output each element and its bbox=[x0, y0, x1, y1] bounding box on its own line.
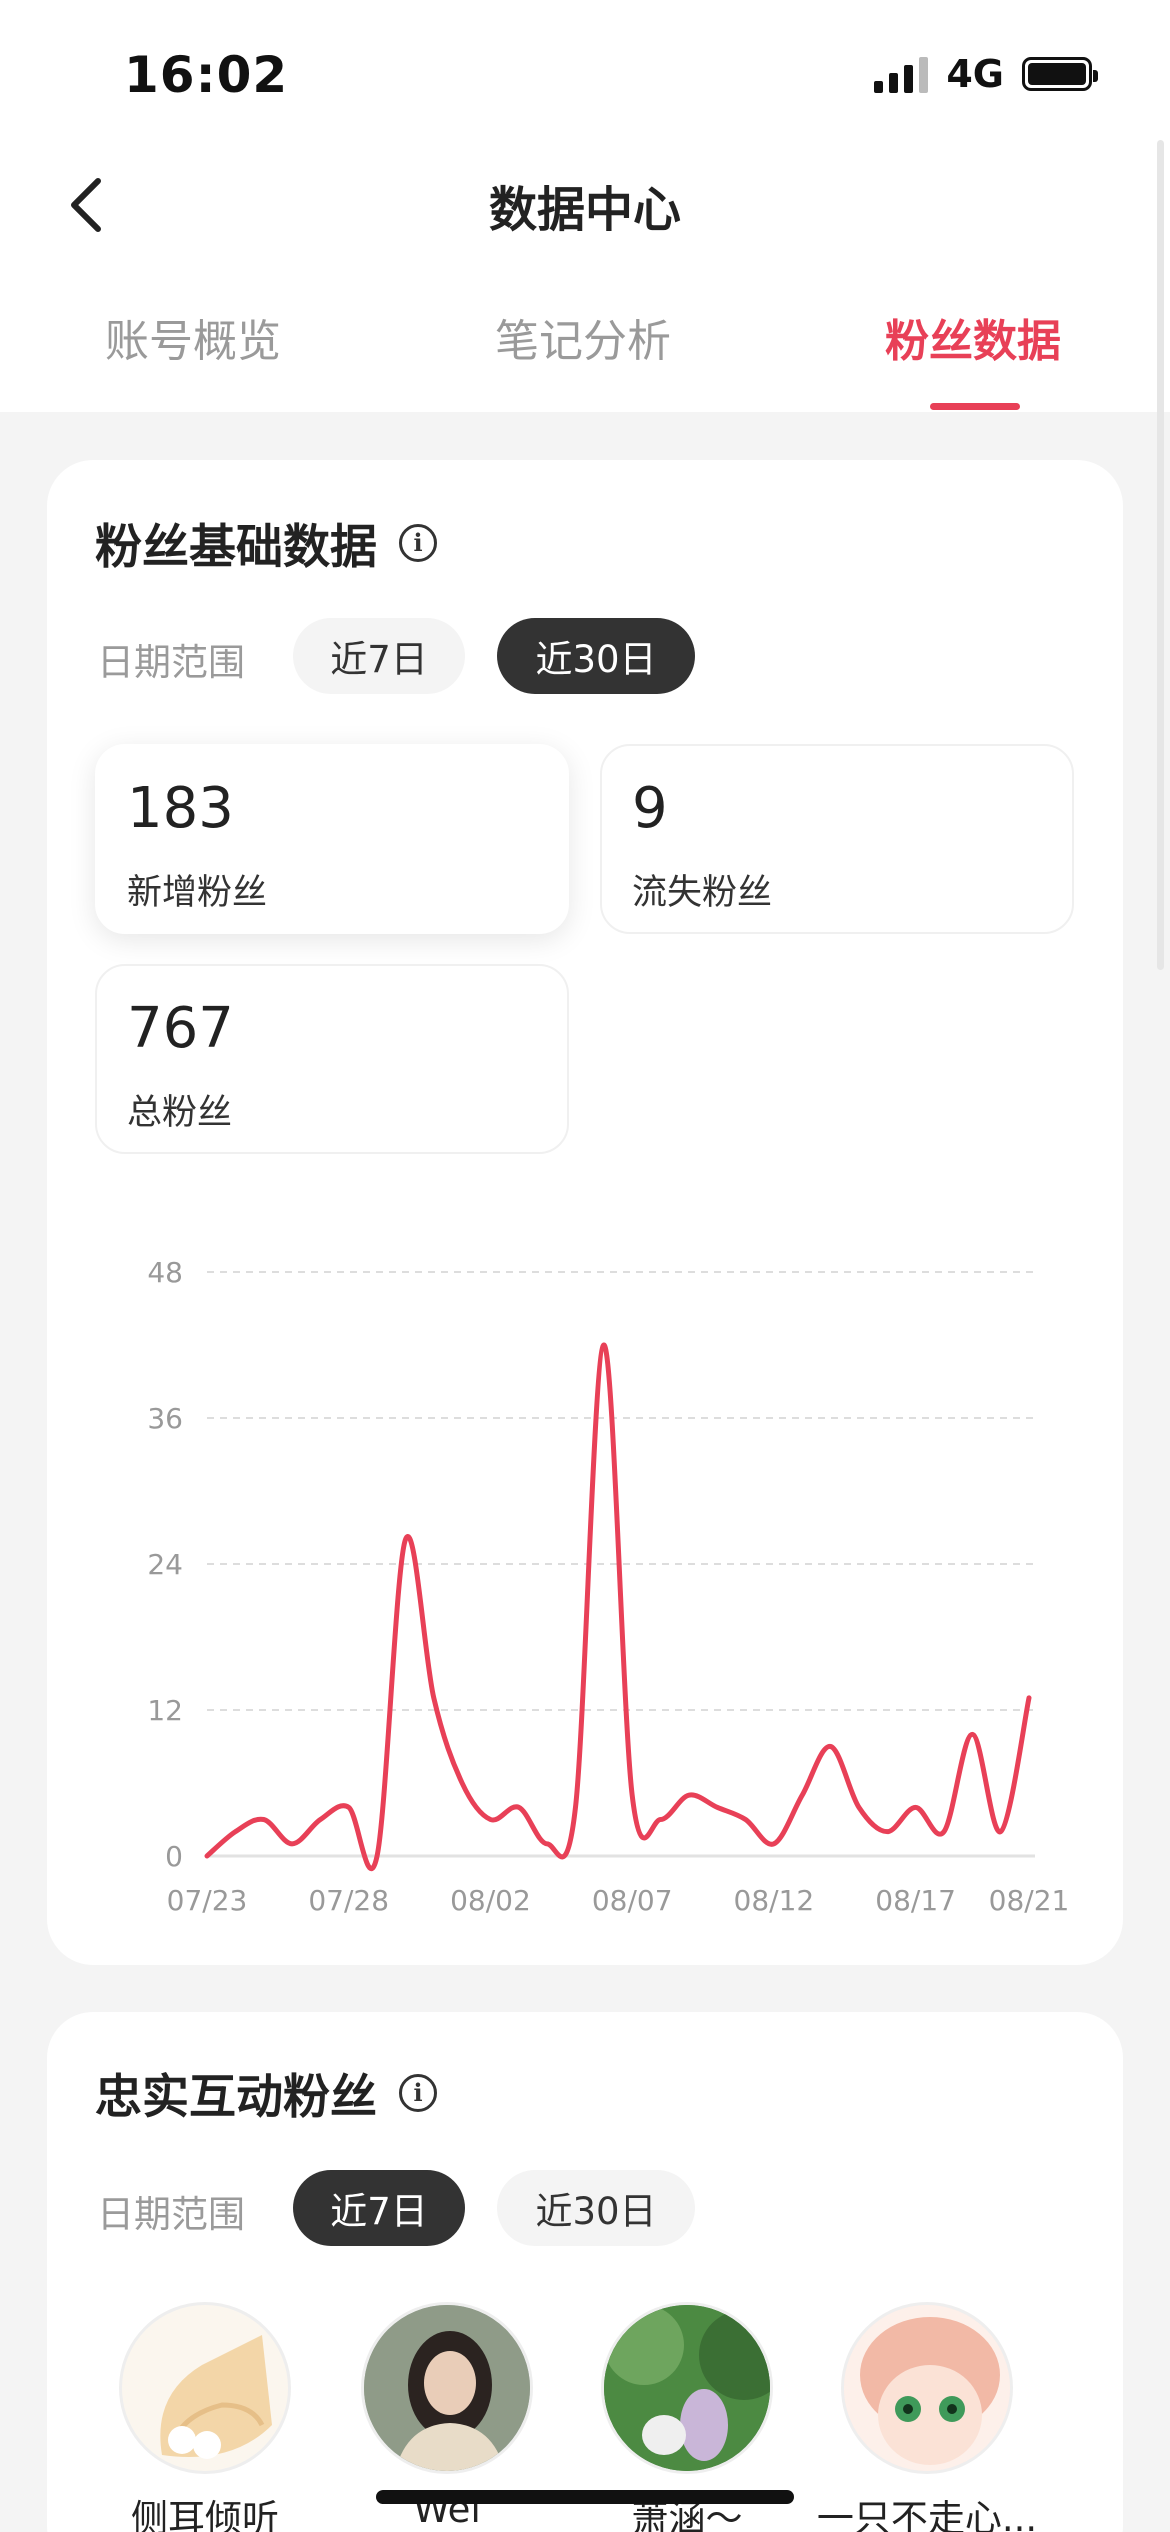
x-tick-label: 07/23 bbox=[167, 1884, 248, 1917]
fan-basic-data-card: 粉丝基础数据 i 日期范围 近7日 近30日 183 新增粉丝 9 流失粉丝 7… bbox=[47, 460, 1123, 1965]
y-tick-label: 48 bbox=[147, 1256, 183, 1289]
status-icons: 4G bbox=[874, 52, 1098, 96]
fan-item[interactable]: 一只不走心... bbox=[807, 2302, 1047, 2532]
person-avatar-image bbox=[364, 2305, 530, 2471]
fan-item[interactable]: 侧耳倾听 bbox=[85, 2302, 325, 2532]
x-tick-label: 08/21 bbox=[989, 1884, 1070, 1917]
top-bar: 16:02 4G 数据中心 账号概览 笔记分析 粉丝数据 bbox=[0, 0, 1170, 412]
y-tick-label: 24 bbox=[147, 1548, 183, 1581]
x-tick-label: 07/28 bbox=[308, 1884, 389, 1917]
scrollbar[interactable] bbox=[1157, 140, 1164, 970]
y-tick-label: 36 bbox=[147, 1402, 183, 1435]
avatar bbox=[361, 2302, 533, 2474]
active-tab-indicator bbox=[930, 403, 1020, 410]
fan-name: 侧耳倾听 bbox=[131, 2497, 279, 2532]
x-tick-label: 08/02 bbox=[450, 1884, 531, 1917]
date-range-label: 日期范围 bbox=[97, 2193, 245, 2236]
info-icon[interactable]: i bbox=[399, 2073, 437, 2112]
x-tick-label: 08/12 bbox=[734, 1884, 815, 1917]
home-indicator[interactable] bbox=[376, 2490, 794, 2504]
page-title: 数据中心 bbox=[488, 182, 681, 238]
tab-note-analysis[interactable]: 笔记分析 bbox=[453, 305, 713, 369]
avatar bbox=[841, 2302, 1013, 2474]
loyal-fans-title-row: 忠实互动粉丝 i bbox=[95, 2058, 437, 2127]
avatar bbox=[119, 2302, 291, 2474]
anime-avatar-image bbox=[844, 2305, 1010, 2471]
x-tick-label: 08/17 bbox=[875, 1884, 956, 1917]
x-tick-label: 08/07 bbox=[592, 1884, 673, 1917]
range-30d-button[interactable]: 近30日 bbox=[497, 2170, 695, 2246]
y-tick-label: 12 bbox=[147, 1694, 183, 1727]
fan-trend-chart[interactable]: 0 12 24 36 48 07/23 07/28 08/02 08/07 08/12 08/17 0… bbox=[47, 460, 1123, 1965]
tab-fan-data[interactable]: 粉丝数据 bbox=[843, 305, 1103, 369]
tab-account-overview[interactable]: 账号概览 bbox=[63, 305, 323, 369]
status-time: 16:02 bbox=[124, 46, 289, 104]
fan-name: 一只不走心... bbox=[816, 2497, 1038, 2532]
battery-icon bbox=[1022, 57, 1098, 91]
range-7d-button[interactable]: 近7日 bbox=[293, 2170, 465, 2246]
cat-paw-avatar-image bbox=[160, 2335, 272, 2459]
outdoor-avatar-image bbox=[604, 2305, 770, 2471]
avatar bbox=[601, 2302, 773, 2474]
tab-bar: 账号概览 笔记分析 粉丝数据 bbox=[0, 305, 1170, 410]
series-line bbox=[204, 1342, 1032, 1871]
y-tick-label: 0 bbox=[165, 1840, 183, 1873]
signal-icon bbox=[874, 55, 929, 93]
card-title: 忠实互动粉丝 bbox=[95, 2070, 377, 2125]
loyal-fans-card: 忠实互动粉丝 i 日期范围 近7日 近30日 侧耳倾听 Wei 萧涵～ 一只不走… bbox=[47, 2012, 1123, 2532]
network-label: 4G bbox=[946, 52, 1004, 96]
